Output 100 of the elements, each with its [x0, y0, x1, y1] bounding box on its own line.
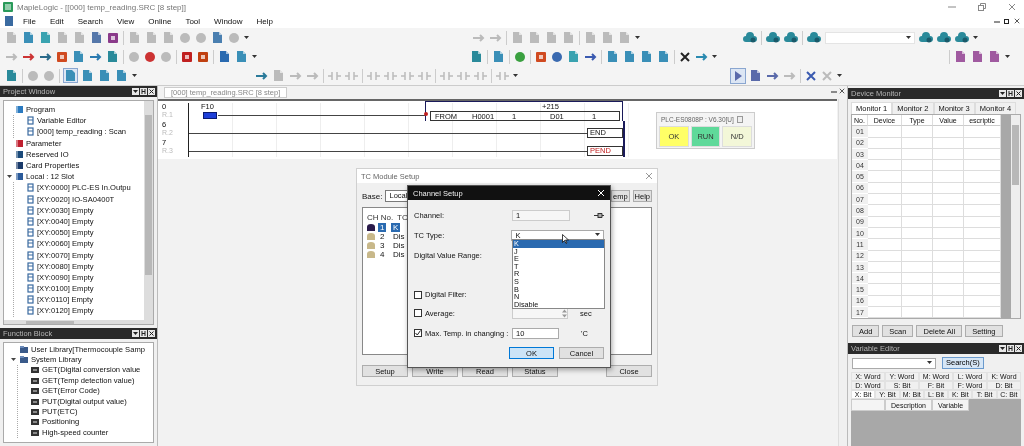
- document-icon[interactable]: [115, 69, 128, 82]
- close-icon[interactable]: [1014, 18, 1020, 24]
- dropdown-caret-icon[interactable]: [635, 35, 640, 40]
- document-icon[interactable]: [39, 31, 52, 44]
- pin-icon[interactable]: [140, 88, 147, 95]
- document-icon[interactable]: [749, 69, 762, 82]
- document-icon[interactable]: [988, 50, 1001, 63]
- panel-menu-icon[interactable]: [132, 330, 139, 337]
- square-icon[interactable]: [535, 50, 547, 63]
- square-icon[interactable]: [107, 31, 119, 44]
- square-icon[interactable]: [197, 50, 209, 63]
- document-icon[interactable]: [567, 50, 580, 63]
- document-icon[interactable]: [72, 50, 85, 63]
- document-icon[interactable]: [235, 50, 248, 63]
- restore-icon[interactable]: [1004, 18, 1010, 24]
- arrow-icon[interactable]: [584, 50, 597, 63]
- document-icon[interactable]: [623, 50, 636, 63]
- channel-number[interactable]: 4: [378, 250, 387, 259]
- cloud-icon[interactable]: [955, 31, 969, 44]
- document-icon[interactable]: [954, 50, 967, 63]
- menu-item[interactable]: Window: [209, 16, 248, 26]
- panel-menu-icon[interactable]: [999, 90, 1006, 97]
- pin-icon[interactable]: [1007, 345, 1014, 352]
- spin-field[interactable]: [512, 307, 568, 319]
- chevron-down-icon[interactable]: [595, 233, 600, 237]
- menu-item[interactable]: Search: [72, 16, 109, 26]
- channel-number[interactable]: 1: [378, 223, 387, 232]
- dropdown-caret-icon[interactable]: [906, 35, 911, 40]
- arrow-icon[interactable]: [22, 50, 35, 63]
- expander-icon[interactable]: [10, 356, 17, 364]
- menu-item[interactable]: View: [112, 16, 140, 26]
- scroll-thumb[interactable]: [1012, 125, 1019, 185]
- arrow-icon[interactable]: [89, 50, 102, 63]
- dropdown-caret-icon[interactable]: [837, 73, 842, 78]
- dropdown-caret-icon[interactable]: [712, 54, 717, 59]
- document-icon[interactable]: [657, 50, 670, 63]
- expander-icon[interactable]: [6, 173, 13, 181]
- document-icon[interactable]: [606, 50, 619, 63]
- circle-icon[interactable]: [514, 50, 526, 63]
- checkbox[interactable]: [414, 309, 422, 317]
- menu-item[interactable]: File: [18, 16, 41, 26]
- document-icon[interactable]: [492, 50, 505, 63]
- dropdown-caret-icon[interactable]: [1005, 54, 1010, 59]
- circle-icon[interactable]: [551, 50, 563, 63]
- scroll-thumb[interactable]: [145, 115, 152, 275]
- scrollbar[interactable]: [144, 101, 153, 320]
- play-icon[interactable]: [731, 68, 745, 83]
- channel-number[interactable]: 3: [378, 241, 387, 250]
- document-icon[interactable]: [211, 31, 224, 44]
- cross-icon[interactable]: [679, 50, 691, 63]
- close-icon[interactable]: [1015, 345, 1022, 352]
- pin-icon[interactable]: [140, 330, 147, 337]
- cloud-icon[interactable]: [919, 31, 933, 44]
- document-icon[interactable]: [5, 69, 18, 82]
- document-icon[interactable]: [81, 69, 94, 82]
- spinner-icon[interactable]: [562, 308, 567, 318]
- cloud-icon[interactable]: [766, 31, 780, 44]
- checkbox[interactable]: [414, 290, 422, 299]
- cloud-icon[interactable]: [937, 31, 951, 44]
- pin-icon[interactable]: [594, 211, 604, 219]
- menu-item[interactable]: Help: [251, 16, 278, 26]
- document-icon[interactable]: [971, 50, 984, 63]
- cloud-icon[interactable]: [784, 31, 798, 44]
- close-icon[interactable]: [839, 88, 845, 94]
- cloud-icon[interactable]: [807, 31, 821, 44]
- pin-icon[interactable]: [1007, 90, 1014, 97]
- panel-menu-icon[interactable]: [999, 345, 1006, 352]
- channel-number[interactable]: 2: [378, 232, 387, 241]
- minimize-icon[interactable]: [994, 18, 1000, 24]
- arrow-icon[interactable]: [766, 69, 779, 82]
- square-icon[interactable]: [181, 50, 193, 63]
- dropdown-caret-icon[interactable]: [513, 73, 518, 78]
- document-icon[interactable]: [98, 69, 111, 82]
- document-icon[interactable]: [218, 50, 231, 63]
- menu-item[interactable]: Edit: [44, 16, 69, 26]
- chevron-down-icon[interactable]: [927, 361, 932, 365]
- menu-item[interactable]: Tool: [180, 16, 206, 26]
- document-icon[interactable]: [106, 50, 119, 63]
- panel-menu-icon[interactable]: [132, 88, 139, 95]
- square-icon[interactable]: [56, 50, 68, 63]
- menu-item[interactable]: Online: [143, 16, 177, 26]
- checkbox[interactable]: [414, 329, 422, 337]
- close-icon[interactable]: [148, 330, 155, 337]
- document-icon[interactable]: [22, 31, 35, 44]
- circle-icon[interactable]: [144, 50, 156, 63]
- arrow-icon[interactable]: [39, 50, 52, 63]
- document-icon[interactable]: [640, 50, 653, 63]
- arrow-icon[interactable]: [695, 50, 708, 63]
- document-icon[interactable]: [64, 69, 77, 82]
- cloud-icon[interactable]: [743, 31, 757, 44]
- minimize-icon[interactable]: [831, 88, 837, 94]
- document-icon[interactable]: [90, 31, 103, 44]
- contact-symbol[interactable]: [203, 112, 217, 119]
- document-icon[interactable]: [470, 50, 483, 63]
- dropdown-caret-icon[interactable]: [132, 73, 137, 78]
- close-icon[interactable]: [1015, 90, 1022, 97]
- dropdown-caret-icon[interactable]: [252, 54, 257, 59]
- close-icon[interactable]: [148, 88, 155, 95]
- scrollbar[interactable]: [1011, 115, 1020, 318]
- dropdown-caret-icon[interactable]: [244, 35, 249, 40]
